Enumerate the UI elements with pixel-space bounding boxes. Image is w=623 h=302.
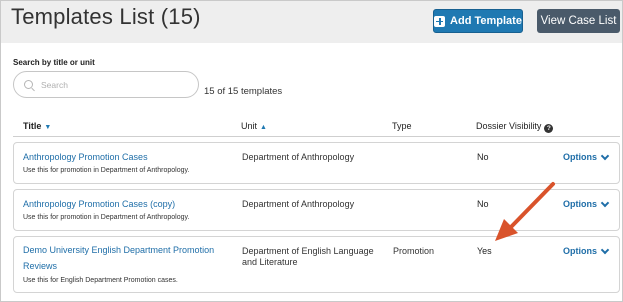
annotation-arrow <box>495 182 555 241</box>
templates-page: Templates List (15) Add Template View Ca… <box>0 0 623 302</box>
annotation-arrow-shaft <box>509 182 555 229</box>
